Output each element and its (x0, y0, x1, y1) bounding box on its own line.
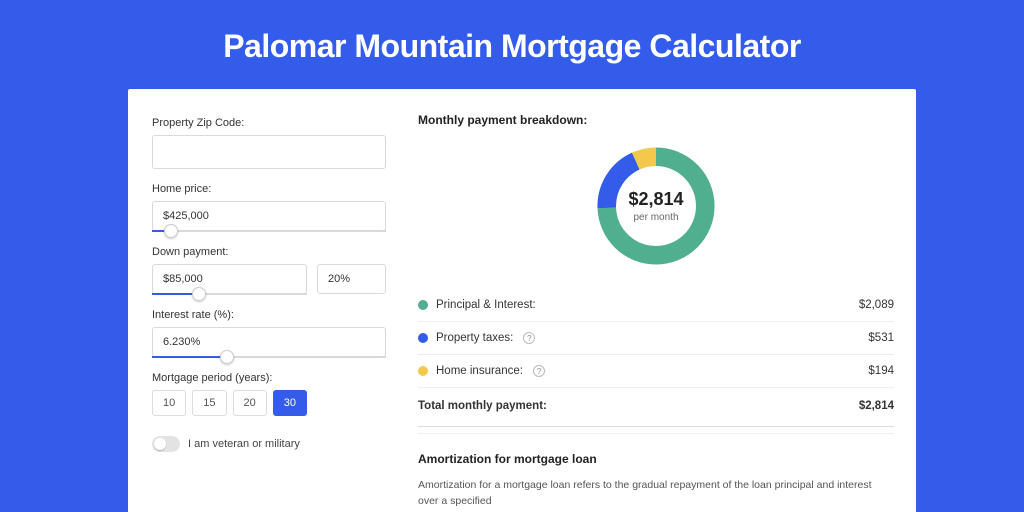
info-icon[interactable]: ? (533, 365, 545, 377)
legend-total-value: $2,814 (859, 400, 894, 412)
legend: Principal & Interest: $2,089 Property taxe… (418, 289, 894, 427)
donut-center: $2,814 per month (591, 141, 721, 271)
form-panel: Property Zip Code: Home price: Down paym… (128, 89, 408, 512)
legend-value: $531 (868, 332, 894, 344)
interest-slider[interactable] (152, 356, 386, 358)
donut-sub: per month (633, 212, 678, 223)
amortization-body: Amortization for a mortgage loan refers … (418, 478, 894, 510)
legend-row: Principal & Interest: $2,089 (418, 289, 894, 322)
veteran-row: I am veteran or military (152, 436, 386, 452)
down-payment-group: Down payment: (152, 246, 386, 295)
period-option-20[interactable]: 20 (233, 390, 267, 416)
legend-dot (418, 333, 428, 343)
home-price-group: Home price: (152, 183, 386, 232)
info-icon[interactable]: ? (523, 332, 535, 344)
slider-thumb[interactable] (192, 287, 206, 301)
legend-dot (418, 366, 428, 376)
period-option-30[interactable]: 30 (273, 390, 307, 416)
page-title: Palomar Mountain Mortgage Calculator (0, 0, 1024, 89)
slider-thumb[interactable] (220, 350, 234, 364)
amortization-section: Amortization for mortgage loan Amortizat… (418, 433, 894, 510)
legend-row: Property taxes:? $531 (418, 322, 894, 355)
period-option-15[interactable]: 15 (192, 390, 226, 416)
veteran-toggle[interactable] (152, 436, 180, 452)
amortization-title: Amortization for mortgage loan (418, 452, 894, 466)
calculator-card: Property Zip Code: Home price: Down paym… (128, 89, 916, 512)
legend-label: Home insurance: (436, 365, 523, 377)
breakdown-title: Monthly payment breakdown: (418, 113, 894, 127)
period-label: Mortgage period (years): (152, 372, 386, 384)
period-group: Mortgage period (years): 1015 2030 (152, 372, 386, 416)
legend-value: $2,089 (859, 299, 894, 311)
legend-value: $194 (868, 365, 894, 377)
down-payment-label: Down payment: (152, 246, 386, 258)
down-payment-slider[interactable] (152, 293, 307, 295)
zip-label: Property Zip Code: (152, 117, 386, 129)
legend-total-row: Total monthly payment: $2,814 (418, 388, 894, 427)
legend-total-label: Total monthly payment: (418, 400, 547, 412)
legend-label: Property taxes: (436, 332, 513, 344)
interest-label: Interest rate (%): (152, 309, 386, 321)
legend-row: Home insurance:? $194 (418, 355, 894, 388)
period-options: 1015 2030 (152, 390, 386, 416)
down-payment-percent-input[interactable] (317, 264, 386, 294)
interest-input[interactable] (152, 327, 386, 357)
zip-group: Property Zip Code: (152, 117, 386, 169)
legend-label: Principal & Interest: (436, 299, 536, 311)
slider-thumb[interactable] (164, 224, 178, 238)
donut-chart: $2,814 per month (418, 141, 894, 271)
home-price-input[interactable] (152, 201, 386, 231)
donut-total: $2,814 (628, 189, 683, 210)
breakdown-panel: Monthly payment breakdown: $2,814 per mo… (408, 89, 916, 512)
period-option-10[interactable]: 10 (152, 390, 186, 416)
interest-group: Interest rate (%): (152, 309, 386, 358)
home-price-slider[interactable] (152, 230, 386, 232)
zip-input[interactable] (152, 135, 386, 169)
down-payment-amount-input[interactable] (152, 264, 307, 294)
legend-dot (418, 300, 428, 310)
veteran-label: I am veteran or military (188, 438, 300, 450)
home-price-label: Home price: (152, 183, 386, 195)
